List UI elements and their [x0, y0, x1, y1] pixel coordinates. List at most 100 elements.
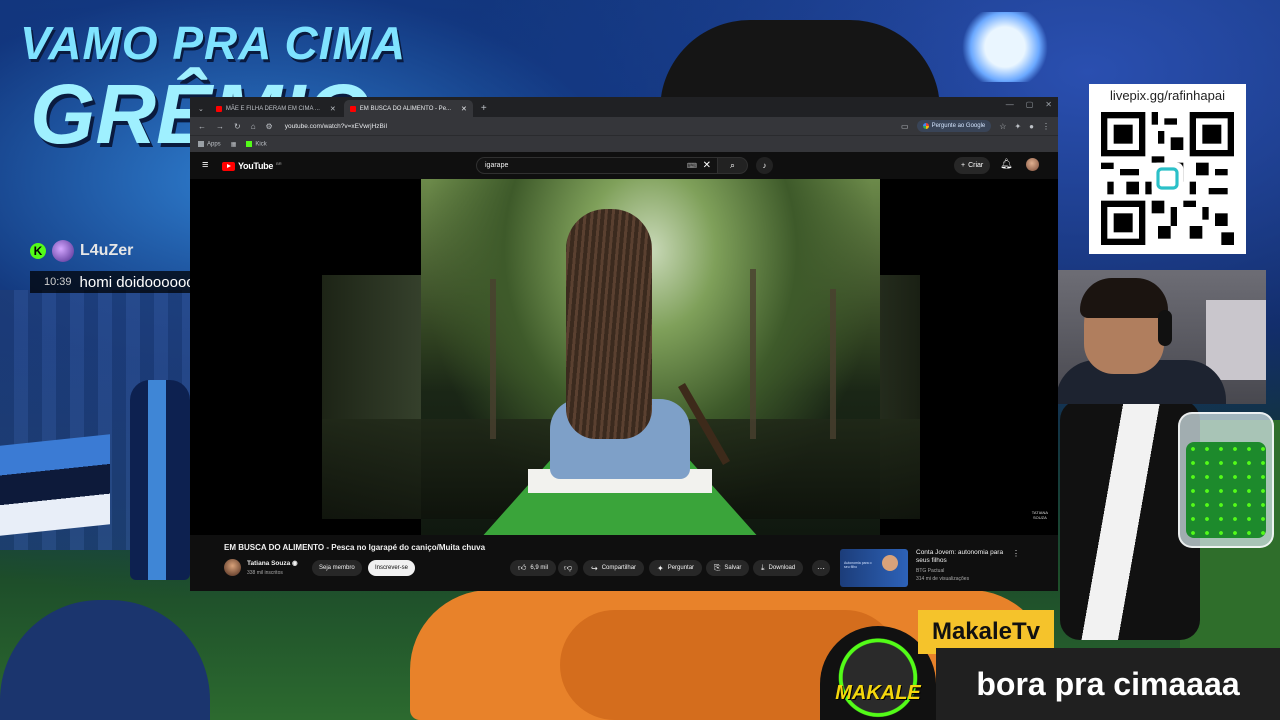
create-button[interactable]: + Criar [954, 157, 991, 174]
site-info-icon[interactable]: ⚙ [266, 122, 273, 131]
close-window-icon[interactable]: ✕ [1045, 100, 1052, 109]
youtube-logo-text: YouTube [238, 161, 274, 171]
ask-button[interactable]: ✦ Perguntar [649, 560, 703, 576]
qr-code-icon [1101, 112, 1234, 245]
thumbs-up-icon: 👍︎ [518, 563, 527, 572]
chat-avatar [52, 240, 74, 262]
window-controls: — ▢ ✕ [1006, 100, 1052, 109]
video-info: EM BUSCA DO ALIMENTO - Pesca no Igarapé … [190, 535, 1058, 591]
youtube-favicon-icon [349, 105, 356, 112]
youtube-logo[interactable]: YouTube BR [222, 161, 282, 171]
bookmark-grid-icon[interactable]: ▦ [231, 141, 237, 148]
share-button[interactable]: ↪ Compartilhar [583, 560, 645, 576]
video-player[interactable]: TATIANA SOUZA [190, 179, 1058, 535]
stadium-lights [960, 12, 1050, 82]
channel-name[interactable]: Tatiana Souza ◉ [247, 559, 298, 567]
new-tab-icon[interactable]: + [475, 100, 493, 117]
channel-avatar[interactable] [224, 559, 241, 576]
tab-2[interactable]: EM BUSCA DO ALIMENTO - Pe... ✕ [343, 100, 473, 117]
search-input[interactable]: igarape ⌨ ✕ [476, 157, 718, 174]
more-actions-button[interactable]: ⋯ [812, 560, 830, 576]
extensions-icon[interactable]: ✦ [1014, 122, 1021, 131]
search-icon: ⌕ [729, 160, 736, 170]
bookmark-kick[interactable]: Kick [246, 140, 267, 148]
download-label: Download [768, 565, 796, 571]
bookmark-apps[interactable]: Apps [198, 140, 221, 148]
voice-search-button[interactable]: ♪ [756, 157, 773, 174]
recommended-views: 314 mi de visualizações [916, 576, 970, 582]
close-tab-icon[interactable]: ✕ [330, 105, 336, 113]
join-button[interactable]: Seja membro [312, 560, 362, 576]
hamburger-menu-icon[interactable]: ≡ [202, 159, 208, 171]
video-title: EM BUSCA DO ALIMENTO - Pesca no Igarapé … [224, 543, 486, 552]
pix-url: livepix.gg/rafinhapai [1110, 88, 1225, 103]
more-icon: ⋯ [817, 563, 825, 573]
tab-1-label: MÃE E FILHA DERAM EM CIMA ... [225, 105, 320, 112]
webcam-feed [1046, 270, 1266, 404]
save-button[interactable]: ⎘ Salvar [706, 560, 750, 576]
bookmark-kick-label: Kick [255, 141, 267, 148]
tip-jar-fill [1186, 442, 1266, 538]
bookmark-star-icon[interactable]: ☆ [999, 122, 1006, 131]
download-button[interactable]: ⤓ Download [753, 560, 804, 576]
thumbs-down-icon: 👎︎ [564, 563, 573, 572]
bookmark-apps-label: Apps [207, 141, 221, 148]
ask-label: Perguntar [667, 565, 695, 571]
subscribe-button[interactable]: Inscrever-se [368, 560, 416, 576]
ask-google-button[interactable]: Pergunte ao Google [916, 120, 992, 132]
home-icon[interactable]: ⌂ [251, 122, 256, 131]
youtube-play-icon [222, 161, 235, 171]
mascot-text: MAKALE [835, 682, 921, 704]
tab-2-label: EM BUSCA DO ALIMENTO - Pe... [359, 105, 452, 112]
watermark-line2: SOUZA [1032, 515, 1047, 521]
reload-icon[interactable]: ↻ [234, 122, 241, 131]
url-input[interactable]: youtube.com/watch?v=xEVwrjHzBiI [285, 123, 387, 130]
clear-search-icon[interactable]: ✕ [703, 160, 711, 171]
youtube-favicon-icon [215, 105, 222, 112]
share-label: Compartilhar [601, 565, 637, 571]
tab-search-icon[interactable]: ⌄ [194, 100, 208, 117]
like-button[interactable]: 👍︎ 6,9 mil [510, 560, 557, 576]
verified-icon: ◉ [292, 560, 298, 567]
close-tab-icon[interactable]: ✕ [461, 105, 467, 113]
chat-username: L4uZer [80, 242, 134, 259]
browser-menu-icon[interactable]: ⋮ [1042, 122, 1050, 131]
save-label: Salvar [724, 565, 742, 571]
kick-icon [246, 140, 253, 147]
dislike-button[interactable]: 👎︎ [558, 560, 579, 576]
profile-icon[interactable]: ● [1029, 122, 1034, 131]
minimize-icon[interactable]: — [1006, 100, 1014, 109]
cast-icon[interactable]: ▭ [901, 122, 909, 131]
kick-badge-icon: K [30, 243, 46, 259]
team-flag [0, 434, 110, 536]
tab-1[interactable]: MÃE E FILHA DERAM EM CIMA ... ✕ [210, 100, 342, 117]
browser-window: ⌄ MÃE E FILHA DERAM EM CIMA ... ✕ EM BUS… [190, 97, 1058, 591]
notifications-bell-icon[interactable]: 🔔︎ [1000, 159, 1013, 170]
create-label: Criar [968, 162, 984, 169]
google-icon [922, 123, 929, 129]
like-count: 6,9 mil [530, 565, 549, 571]
youtube-header: ≡ YouTube BR igarape ⌨ ✕ ⌕ ♪ + Criar 🔔︎ [190, 152, 1058, 180]
forward-icon[interactable]: → [216, 122, 224, 131]
mic-icon: ♪ [762, 161, 767, 170]
player-illustration [130, 380, 190, 580]
tab-bar: ⌄ MÃE E FILHA DERAM EM CIMA ... ✕ EM BUS… [190, 97, 1058, 117]
subscriber-count: 338 mil inscritos [247, 570, 283, 576]
youtube-region: BR [276, 161, 282, 166]
channel-name-text: Tatiana Souza [247, 560, 291, 567]
account-avatar[interactable] [1026, 158, 1039, 171]
search-button[interactable]: ⌕ [718, 157, 748, 174]
recommended-video[interactable]: Autonomia para o seu filho Conta Jovem: … [840, 549, 1050, 591]
recommended-more-icon[interactable]: ⋮ [1012, 549, 1020, 558]
thumbnail-text: Autonomia para o seu filho [844, 561, 872, 570]
maximize-icon[interactable]: ▢ [1026, 100, 1034, 109]
bookmarks-bar: Apps ▦ Kick [190, 135, 1058, 152]
webcam-wall [1206, 300, 1266, 380]
keyboard-icon[interactable]: ⌨ [687, 162, 697, 170]
video-person-hair [566, 209, 652, 439]
tip-jar [1178, 412, 1274, 548]
plus-icon: + [961, 162, 966, 169]
recommended-title: Conta Jovem: autonomia para seus filhos [916, 549, 1004, 565]
back-icon[interactable]: ← [198, 122, 206, 131]
video-tree-trunk [750, 269, 756, 439]
